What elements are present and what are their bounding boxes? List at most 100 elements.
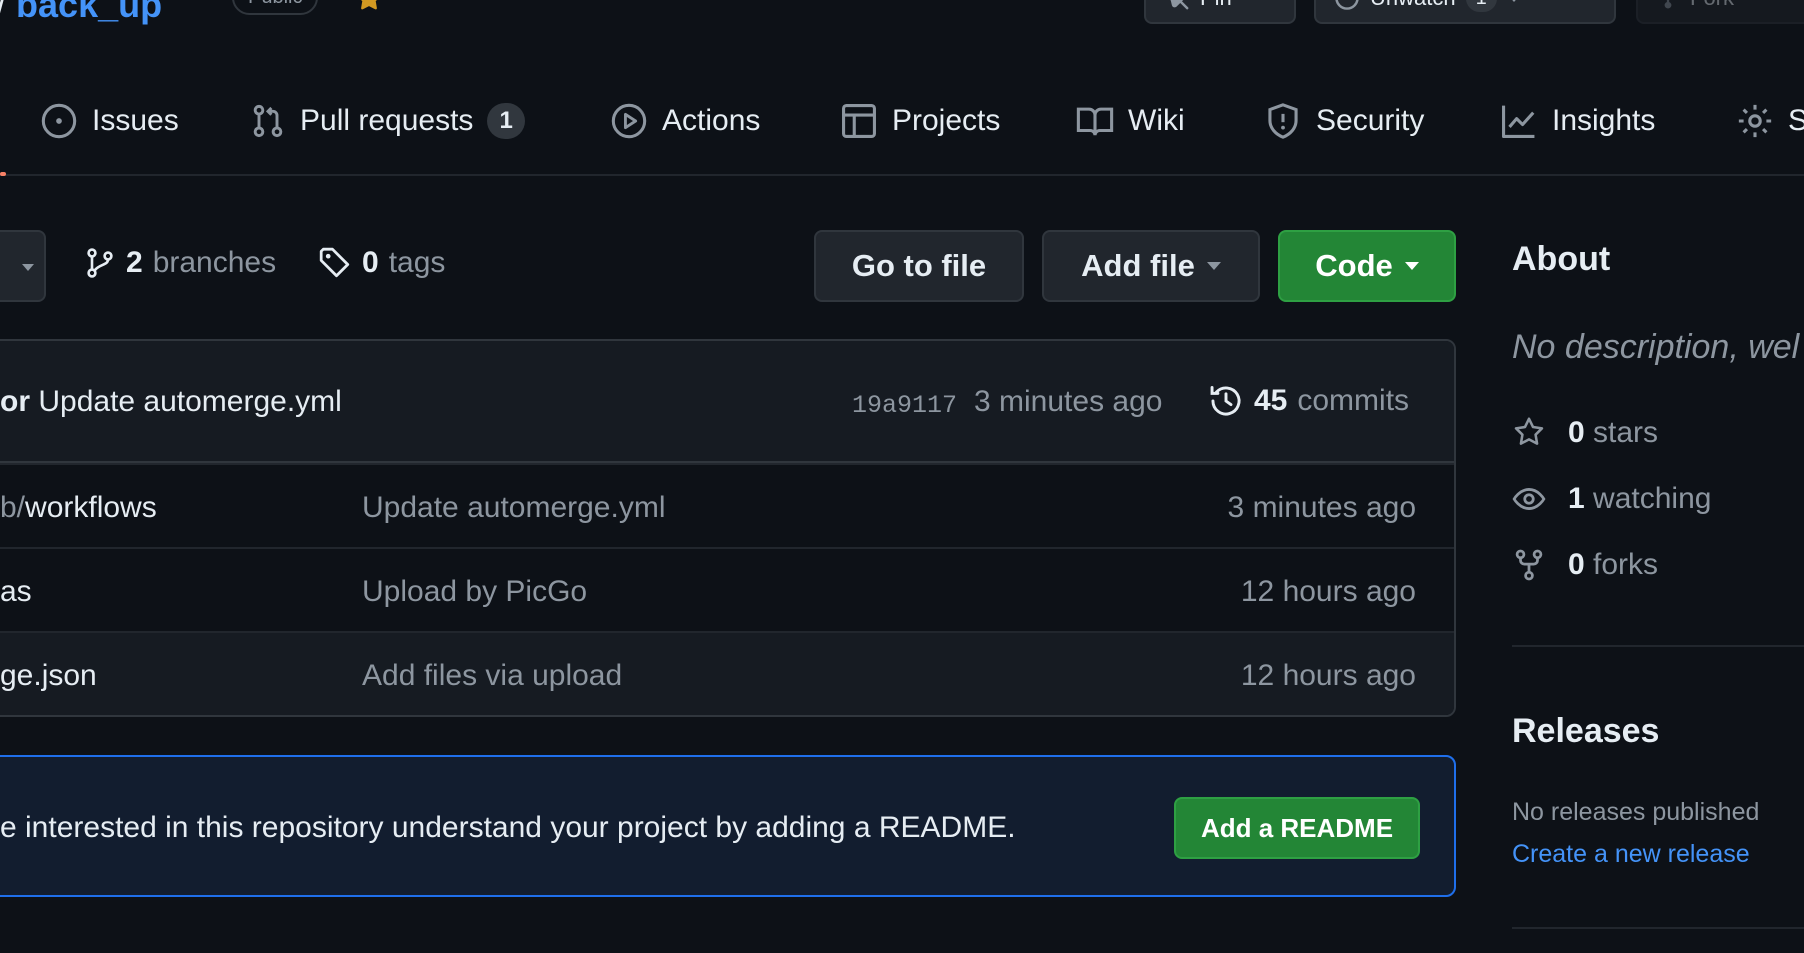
commit-message-link[interactable]: Update automerge.yml [38, 385, 342, 418]
unwatch-label: Unwatch [1370, 0, 1456, 11]
fork-icon [1512, 548, 1546, 582]
commits-history-link[interactable]: 45 commits [1208, 383, 1409, 419]
tag-icon [318, 246, 352, 280]
go-to-file-label: Go to file [851, 248, 987, 283]
unwatch-count: 1 [1465, 0, 1497, 12]
table-row[interactable]: ge.json Add files via upload 12 hours ag… [0, 631, 1454, 715]
commit-author[interactable]: or [0, 385, 30, 418]
star-icon [356, 0, 382, 12]
star-icon [1512, 416, 1546, 450]
history-icon [1208, 383, 1244, 419]
readme-banner: e interested in this repository understa… [0, 755, 1456, 897]
play-icon [610, 102, 648, 140]
file-list: or Update automerge.yml 19a9117 3 minute… [0, 339, 1456, 717]
go-to-file-button[interactable]: Go to file [814, 230, 1024, 302]
stars-link[interactable]: 0 stars [1512, 416, 1658, 450]
file-name-link[interactable]: ge.json [0, 659, 97, 693]
stars-count: 0 [1568, 416, 1585, 449]
eye-icon [1334, 0, 1360, 11]
pin-icon [1164, 0, 1190, 11]
table-icon [840, 102, 878, 140]
tab-settings[interactable]: S [1736, 96, 1804, 146]
releases-heading[interactable]: Releases [1512, 712, 1659, 751]
tab-security[interactable]: Security [1264, 96, 1424, 146]
pin-label: Pin [1200, 0, 1232, 11]
forks-link[interactable]: 0 forks [1512, 548, 1658, 582]
tags-count: 0 [362, 246, 379, 279]
code-button[interactable]: Code [1278, 230, 1456, 302]
repo-title: / back_up [0, 0, 162, 26]
owner-separator: / [0, 0, 6, 25]
fork-icon [1656, 0, 1680, 10]
commit-count-label: commits [1297, 384, 1410, 417]
git-pull-request-icon [250, 103, 286, 139]
tab-label: Actions [662, 104, 761, 137]
chevron-down-icon [22, 264, 34, 271]
tab-projects[interactable]: Projects [840, 96, 1000, 146]
commit-time: 3 minutes ago [974, 385, 1163, 418]
tab-label: Insights [1552, 104, 1656, 137]
tab-wiki[interactable]: Wiki [1076, 96, 1185, 146]
file-commit-message[interactable]: Update automerge.yml [362, 491, 666, 525]
add-file-button[interactable]: Add file [1042, 230, 1260, 302]
eye-icon [1512, 482, 1546, 516]
tab-label: Pull requests [300, 104, 474, 137]
chevron-down-icon [1404, 262, 1419, 270]
watching-link[interactable]: 1 watching [1512, 482, 1711, 516]
pin-button[interactable]: Pin [1144, 0, 1296, 24]
branches-count: 2 [126, 246, 143, 279]
file-commit-message[interactable]: Add files via upload [362, 659, 622, 693]
file-commit-message[interactable]: Upload by PicGo [362, 575, 587, 609]
gear-icon [1736, 102, 1774, 140]
watching-label: watching [1593, 482, 1712, 515]
forks-label: forks [1593, 548, 1659, 581]
chevron-down-icon [1206, 262, 1221, 270]
commit-count: 45 [1254, 384, 1288, 417]
commit-sha-link[interactable]: 19a9117 [852, 391, 957, 420]
about-heading: About [1512, 240, 1611, 278]
table-row[interactable]: as Upload by PicGo 12 hours ago [0, 547, 1454, 631]
add-readme-button[interactable]: Add a README [1174, 797, 1420, 859]
issue-opened-icon [40, 102, 78, 140]
stars-label: stars [1593, 416, 1659, 449]
create-release-link[interactable]: Create a new release [1512, 840, 1750, 869]
table-row[interactable]: b/workflows Update automerge.yml 3 minut… [0, 463, 1454, 547]
readme-banner-text: e interested in this repository understa… [0, 811, 1016, 844]
branch-select-button[interactable] [0, 230, 46, 302]
sidebar-divider [1512, 927, 1804, 929]
file-commit-time: 12 hours ago [1240, 659, 1416, 692]
chevron-down-icon [1506, 0, 1521, 2]
latest-commit-message: or Update automerge.yml [0, 385, 342, 419]
repo-name-link[interactable]: back_up [16, 0, 162, 25]
branches-label: branches [152, 246, 277, 279]
fork-button[interactable]: Fork [1636, 0, 1804, 24]
graph-icon [1500, 102, 1538, 140]
shield-icon [1264, 102, 1302, 140]
tab-pull-requests[interactable]: Pull requests 1 [250, 96, 525, 146]
tab-actions[interactable]: Actions [610, 96, 760, 146]
visibility-badge: Public [232, 0, 319, 15]
file-commit-time: 12 hours ago [1240, 575, 1416, 608]
nav-divider [0, 174, 1804, 176]
tab-insights[interactable]: Insights [1500, 96, 1655, 146]
tags-link[interactable]: 0 tags [318, 246, 445, 280]
file-name-link[interactable]: b/workflows [0, 491, 157, 525]
file-name-link[interactable]: as [0, 575, 32, 609]
branches-link[interactable]: 2 branches [84, 246, 276, 280]
watching-count: 1 [1568, 482, 1585, 515]
book-icon [1076, 102, 1114, 140]
unwatch-button[interactable]: Unwatch 1 [1314, 0, 1616, 24]
tags-label: tags [388, 246, 446, 279]
sidebar-divider [1512, 645, 1804, 647]
fork-label: Fork [1690, 0, 1734, 11]
tab-label: Projects [892, 104, 1001, 137]
git-branch-icon [84, 247, 116, 279]
no-releases-text: No releases published [1512, 798, 1760, 826]
add-file-label: Add file [1081, 248, 1195, 283]
active-tab-indicator [0, 172, 6, 176]
tab-issues[interactable]: Issues [40, 96, 179, 146]
latest-commit-bar: or Update automerge.yml 19a9117 3 minute… [0, 341, 1454, 463]
file-commit-time: 3 minutes ago [1227, 491, 1416, 524]
code-label: Code [1315, 248, 1393, 283]
tab-label: Issues [92, 104, 179, 137]
